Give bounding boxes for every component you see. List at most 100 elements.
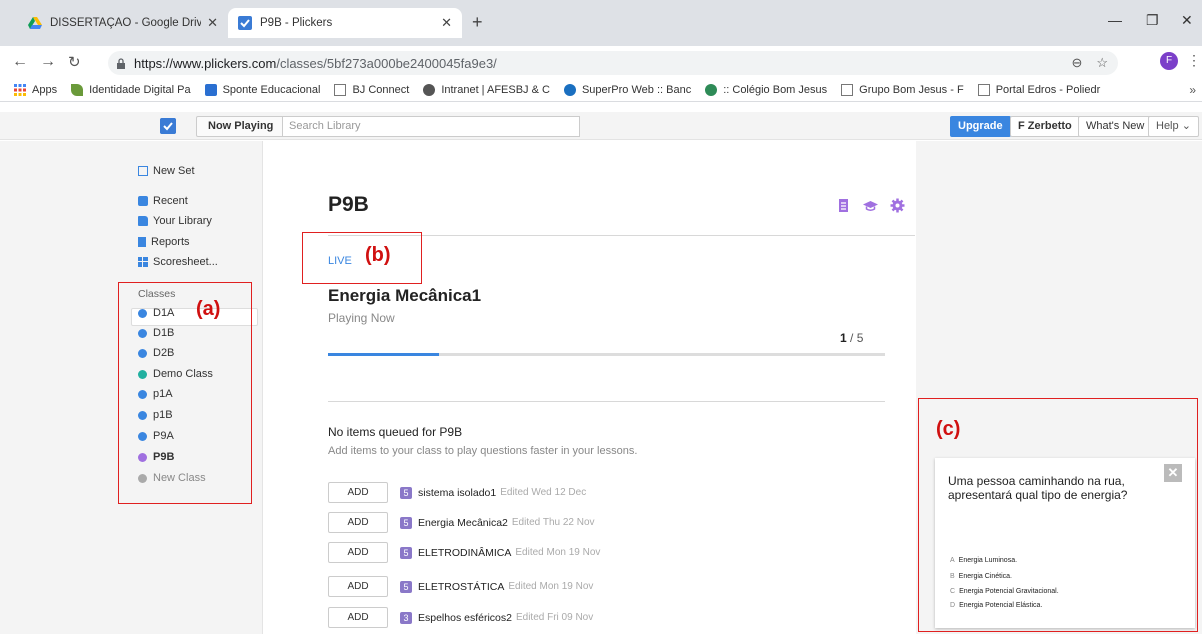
add-button[interactable]: ADD [328, 512, 388, 533]
new-tab-icon[interactable]: + [472, 12, 483, 33]
annotation-label-c: (c) [936, 418, 961, 440]
close-tab-icon[interactable]: ✕ [207, 15, 218, 31]
sidebar-item-library[interactable]: Your Library [138, 215, 212, 227]
url-field[interactable]: https://www.plickers.com/classes/5bf273a… [108, 51, 1118, 75]
set-title[interactable]: Energia Mecânica1 [328, 286, 481, 306]
page-icon [977, 83, 990, 96]
bookmark-apps[interactable]: Apps [14, 83, 57, 96]
reload-icon[interactable]: ↻ [68, 53, 81, 71]
question-count-badge: 5 [400, 580, 412, 593]
globe-icon [705, 83, 718, 96]
menu-kebab-icon[interactable]: ⋮ [1187, 52, 1201, 69]
back-icon[interactable]: ← [12, 53, 28, 71]
upgrade-button[interactable]: Upgrade [950, 116, 1011, 137]
search-library-input[interactable]: Search Library [282, 116, 580, 137]
edit-icon [138, 166, 148, 176]
bookmark-identidade[interactable]: Identidade Digital Pa [71, 83, 191, 96]
recent-icon [138, 196, 148, 206]
add-button[interactable]: ADD [328, 542, 388, 563]
set-name[interactable]: Energia Mecânica2 [418, 517, 508, 529]
playing-now-label: Playing Now [328, 311, 395, 325]
zoom-icon[interactable]: ⊖ [1071, 55, 1082, 71]
set-name[interactable]: ELETROSTÁTICA [418, 581, 504, 593]
bookmark-label: Portal Edros - Poliedr [995, 83, 1101, 96]
folder-icon [138, 216, 148, 226]
gear-icon[interactable] [890, 198, 905, 213]
sidebar-item-scoresheet[interactable]: Scoresheet... [138, 256, 218, 268]
user-menu-button[interactable]: F Zerbetto [1010, 116, 1080, 137]
sidebar-item-label: New Set [153, 165, 195, 177]
sidebar-item-recent[interactable]: Recent [138, 195, 188, 207]
edited-date: Edited Wed 12 Dec [500, 487, 587, 498]
edited-date: Edited Fri 09 Nov [515, 612, 594, 623]
set-name[interactable]: sistema isolado1 [418, 487, 496, 499]
bookmark-colegio[interactable]: :: Colégio Bom Jesus [705, 83, 827, 96]
bookmark-label: Grupo Bom Jesus - F [859, 83, 964, 96]
add-button[interactable]: ADD [328, 607, 388, 628]
sidebar-item-reports[interactable]: Reports [138, 236, 190, 248]
url-host: https://www.plickers.com [134, 55, 277, 71]
plickers-logo-icon[interactable] [160, 118, 176, 134]
class-actions [836, 198, 905, 213]
set-name[interactable]: ELETRODINÂMICA [418, 547, 511, 559]
question-count-badge: 5 [400, 546, 412, 559]
minimize-icon[interactable]: — [1108, 12, 1122, 28]
graduation-cap-icon[interactable] [863, 198, 878, 213]
counter-separator: / [850, 331, 854, 345]
annotation-box-a [118, 282, 252, 504]
divider [328, 401, 885, 402]
profile-avatar[interactable]: F [1160, 52, 1178, 70]
add-button[interactable]: ADD [328, 576, 388, 597]
restore-icon[interactable]: ❐ [1146, 12, 1159, 29]
bookmark-label: Identidade Digital Pa [89, 83, 191, 96]
sidebar-item-label: Reports [151, 236, 190, 248]
question-count-badge: 5 [400, 516, 412, 529]
forward-icon[interactable]: → [40, 53, 56, 71]
now-playing-button[interactable]: Now Playing [196, 116, 286, 137]
sidebar-item-new-set[interactable]: New Set [138, 165, 195, 177]
bookmark-superpro[interactable]: SuperPro Web :: Banc [563, 83, 691, 96]
queue-row: ADD 5 sistema isolado1 Edited Wed 12 Dec [328, 482, 586, 503]
whats-new-button[interactable]: What's New [1078, 116, 1153, 137]
close-tab-icon[interactable]: ✕ [441, 15, 452, 31]
queue-row: ADD 5 Energia Mecânica2 Edited Thu 22 No… [328, 512, 595, 533]
tab-plickers[interactable]: P9B - Plickers ✕ [228, 8, 462, 38]
bookmark-sponte[interactable]: Sponte Educacional [204, 83, 320, 96]
queue-row: ADD 5 ELETRODINÂMICA Edited Mon 19 Nov [328, 542, 600, 563]
url-path: /classes/5bf273a000be2400045fa9e3/ [276, 55, 497, 71]
annotation-label-b: (b) [365, 244, 391, 266]
add-button[interactable]: ADD [328, 482, 388, 503]
bookmark-intranet[interactable]: Intranet | AFESBJ & C [423, 83, 550, 96]
question-count-badge: 3 [400, 611, 412, 624]
sidebar-item-label: Your Library [153, 215, 212, 227]
question-count-badge: 5 [400, 486, 412, 499]
bookmarks-bar: Apps Identidade Digital Pa Sponte Educac… [0, 78, 1202, 102]
chevron-down-icon: ⌄ [1181, 120, 1191, 132]
queue-row: ADD 3 Espelhos esféricos2 Edited Fri 09 … [328, 607, 593, 628]
grid-icon [138, 257, 148, 267]
more-bookmarks-icon[interactable]: » [1189, 83, 1196, 97]
browser-tab-bar: DISSERTAÇÃO - Google Drive ✕ P9B - Plick… [0, 0, 1202, 46]
lock-icon [117, 57, 125, 69]
queue-title: No items queued for P9B [328, 425, 463, 439]
app-top-bar: Now Playing Search Library Upgrade F Zer… [0, 112, 1202, 140]
edited-date: Edited Mon 19 Nov [515, 547, 601, 558]
set-name[interactable]: Espelhos esféricos2 [418, 612, 512, 624]
report-icon[interactable] [836, 198, 851, 213]
sidebar-item-label: Scoresheet... [153, 256, 218, 268]
star-icon[interactable]: ☆ [1096, 55, 1108, 71]
help-button[interactable]: Help ⌄ [1148, 116, 1199, 137]
address-bar: ← → ↻ https://www.plickers.com/classes/5… [0, 46, 1202, 78]
sponte-icon [204, 83, 217, 96]
report-icon [138, 237, 146, 247]
bookmark-grupo[interactable]: Grupo Bom Jesus - F [841, 83, 964, 96]
close-window-icon[interactable]: ✕ [1181, 12, 1193, 29]
bookmark-portal[interactable]: Portal Edros - Poliedr [977, 83, 1101, 96]
bookmark-label: BJ Connect [352, 83, 410, 96]
tab-google-drive[interactable]: DISSERTAÇÃO - Google Drive ✕ [18, 8, 228, 38]
bookmark-bj-connect[interactable]: BJ Connect [334, 83, 410, 96]
sidebar-item-label: Recent [153, 195, 188, 207]
superpro-icon [563, 83, 576, 96]
counter-total: 5 [856, 331, 864, 345]
help-label: Help [1156, 120, 1179, 132]
